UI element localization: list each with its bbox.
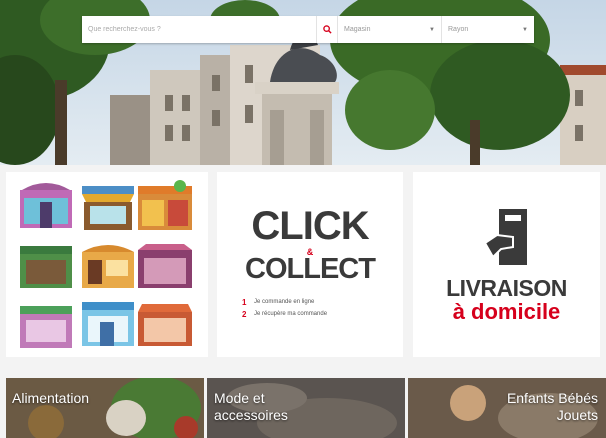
- shop-icon: [138, 180, 192, 230]
- click-collect-step: 2 Je récupère ma commande: [242, 308, 327, 320]
- search-bar: Magasin ▼ Rayon ▼: [82, 16, 534, 43]
- shop-icon: [20, 246, 72, 288]
- click-collect-word-collect: COLLECT: [245, 253, 376, 285]
- step-number: 2: [242, 309, 247, 319]
- door-box-icon: [483, 209, 527, 265]
- category-label: Enfants Bébés Jouets: [506, 390, 598, 423]
- category-tile-alimentation[interactable]: Alimentation: [6, 378, 204, 438]
- store-select-value: Magasin: [344, 26, 371, 33]
- category-tile-enfants[interactable]: Enfants Bébés Jouets: [408, 378, 606, 438]
- category-tile-mode[interactable]: Mode et accessoires: [207, 378, 405, 438]
- category-select-value: Rayon: [448, 26, 469, 33]
- step-text: Je commande en ligne: [254, 299, 315, 305]
- shop-icon: [82, 245, 134, 288]
- click-collect-panel[interactable]: CLICK & COLLECT 1 Je commande en ligne 2…: [217, 172, 403, 357]
- shop-icon: [82, 186, 134, 230]
- search-button[interactable]: [316, 16, 338, 43]
- chevron-down-icon: ▼: [522, 26, 528, 33]
- click-collect-step: 1 Je commande en ligne: [242, 296, 327, 308]
- category-label: Alimentation: [12, 390, 90, 406]
- step-text: Je récupère ma commande: [254, 311, 328, 317]
- search-icon: [322, 25, 332, 34]
- shop-icon: [138, 244, 192, 288]
- category-label: Mode et accessoires: [214, 390, 288, 423]
- search-input[interactable]: [82, 16, 316, 43]
- shop-icon: [20, 183, 72, 228]
- shop-icon: [138, 304, 192, 346]
- store-select[interactable]: Magasin ▼: [338, 16, 442, 43]
- click-collect-steps: 1 Je commande en ligne 2 Je récupère ma …: [242, 296, 327, 320]
- click-collect-word-click: CLICK: [251, 204, 369, 248]
- step-number: 1: [242, 297, 247, 307]
- delivery-title: LIVRAISON: [446, 275, 567, 301]
- chevron-down-icon: ▼: [429, 26, 435, 33]
- category-image: [6, 378, 204, 438]
- shop-icon: [82, 302, 134, 346]
- shops-panel[interactable]: [6, 172, 208, 357]
- delivery-subtitle: à domicile: [452, 299, 561, 324]
- home-delivery-panel[interactable]: LIVRAISON à domicile: [413, 172, 600, 357]
- shop-icon: [20, 306, 72, 348]
- category-select[interactable]: Rayon ▼: [442, 16, 534, 43]
- shop-illustrations: [20, 180, 192, 348]
